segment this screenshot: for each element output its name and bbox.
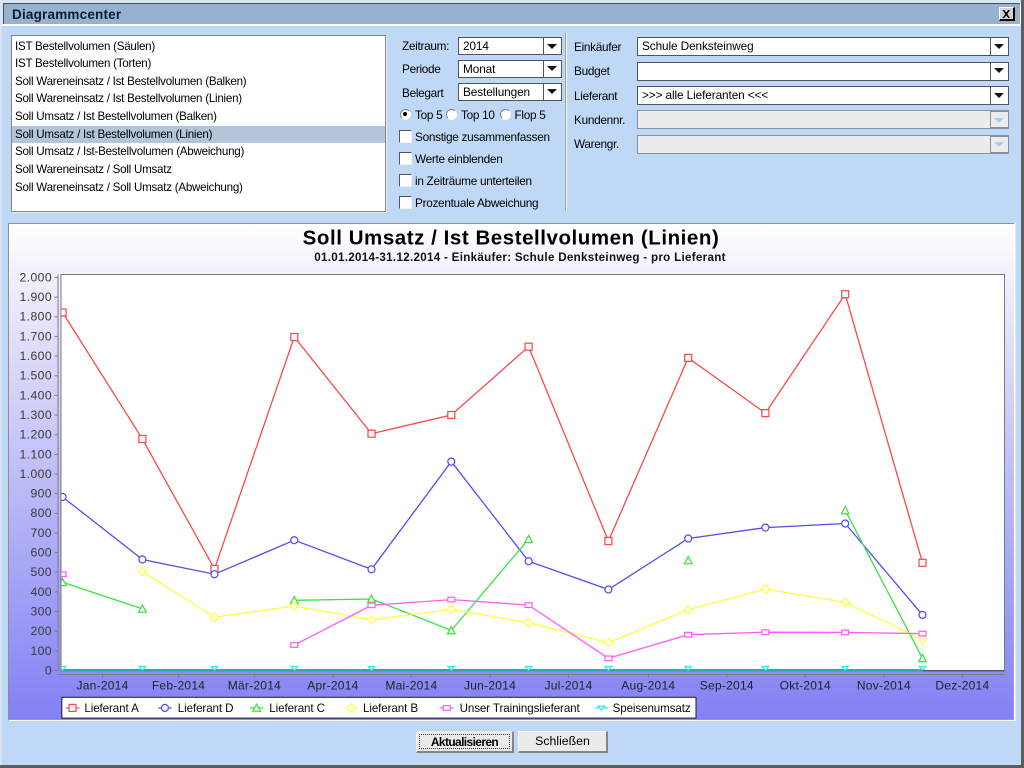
svg-text:Okt-2014: Okt-2014 <box>780 678 831 692</box>
svg-text:Sep-2014: Sep-2014 <box>700 678 754 692</box>
svg-text:1.600: 1.600 <box>20 349 53 363</box>
svg-text:400: 400 <box>30 584 52 598</box>
svg-text:1.900: 1.900 <box>20 290 53 304</box>
svg-text:Jun-2014: Jun-2014 <box>464 678 516 692</box>
svg-text:200: 200 <box>30 624 52 638</box>
svg-text:Mai-2014: Mai-2014 <box>385 678 437 692</box>
svg-text:Feb-2014: Feb-2014 <box>152 678 205 692</box>
svg-text:Aug-2014: Aug-2014 <box>621 678 675 692</box>
svg-text:1.100: 1.100 <box>20 447 53 461</box>
svg-text:500: 500 <box>30 565 52 579</box>
svg-text:900: 900 <box>30 486 52 500</box>
svg-text:Mär-2014: Mär-2014 <box>228 678 281 692</box>
svg-text:0: 0 <box>45 663 52 677</box>
svg-text:1.500: 1.500 <box>20 368 53 382</box>
svg-text:Speisenumsatz: Speisenumsatz <box>613 701 691 714</box>
svg-text:Lieferant A: Lieferant A <box>84 701 139 714</box>
svg-text:Dez-2014: Dez-2014 <box>935 678 989 692</box>
svg-text:01.01.2014-31.12.2014 - Einkäu: 01.01.2014-31.12.2014 - Einkäufer: Schul… <box>314 251 725 264</box>
svg-text:1.700: 1.700 <box>20 329 53 343</box>
svg-text:600: 600 <box>30 545 52 559</box>
svg-text:Lieferant D: Lieferant D <box>178 701 234 714</box>
svg-text:Apr-2014: Apr-2014 <box>307 678 358 692</box>
svg-text:2.000: 2.000 <box>20 270 53 284</box>
svg-text:Soll Umsatz / Ist Bestellvolum: Soll Umsatz / Ist Bestellvolumen (Linien… <box>303 226 720 249</box>
svg-text:Unser Trainingslieferant: Unser Trainingslieferant <box>460 701 581 714</box>
svg-text:Lieferant B: Lieferant B <box>363 701 418 714</box>
svg-text:700: 700 <box>30 525 52 539</box>
svg-text:800: 800 <box>30 506 52 520</box>
svg-text:1.400: 1.400 <box>20 388 53 402</box>
svg-text:1.000: 1.000 <box>20 466 53 480</box>
svg-text:Lieferant C: Lieferant C <box>269 701 325 714</box>
svg-text:1.800: 1.800 <box>20 309 53 323</box>
svg-text:100: 100 <box>30 643 52 657</box>
svg-text:Jul-2014: Jul-2014 <box>544 678 592 692</box>
svg-text:1.300: 1.300 <box>20 407 53 421</box>
svg-text:Nov-2014: Nov-2014 <box>857 678 911 692</box>
svg-text:1.200: 1.200 <box>20 427 53 441</box>
svg-text:300: 300 <box>30 604 52 618</box>
svg-text:Jan-2014: Jan-2014 <box>76 678 128 692</box>
